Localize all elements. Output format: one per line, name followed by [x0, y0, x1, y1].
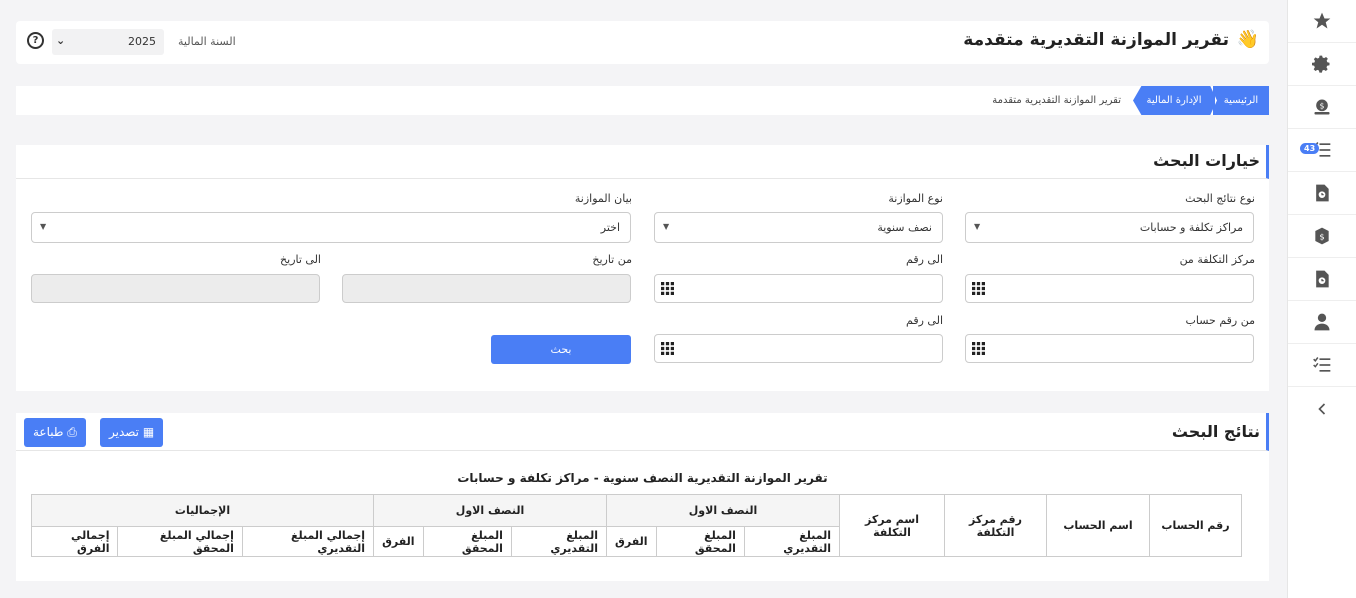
grid-icon[interactable]	[661, 282, 674, 295]
budget-statement-value: اختر	[600, 221, 620, 234]
col-total-actual[interactable]: إجمالي المبلغ المحقق	[117, 526, 243, 557]
svg-text:$: $	[1320, 102, 1325, 111]
sidebar-item-employees[interactable]	[1288, 301, 1356, 344]
breadcrumb-home[interactable]: الرئيسية	[1213, 86, 1269, 115]
sidebar-item-documents[interactable]	[1288, 258, 1356, 301]
chevron-left-icon	[1318, 402, 1326, 415]
col-half1-actual[interactable]: المبلغ المحقق	[655, 526, 745, 557]
budget-type-label: نوع الموازنة	[888, 192, 943, 205]
col-group-second-half: النصف الاول	[373, 494, 608, 527]
file-clock-icon	[1316, 184, 1329, 202]
col-half1-estimated[interactable]: المبلغ التقديري	[743, 526, 841, 557]
account-from-input[interactable]	[965, 334, 1254, 363]
fiscal-year-label: السنة المالية	[178, 35, 236, 48]
search-results-header: نتائج البحث تصدير ▦ طباعة ⎙	[16, 413, 1269, 451]
account-to-label: الى رقم	[906, 314, 943, 327]
search-results-title: نتائج البحث	[1171, 422, 1260, 441]
result-type-label: نوع نتائج البحث	[1185, 192, 1255, 205]
search-button[interactable]: بحث	[491, 335, 631, 364]
account-to-input[interactable]	[654, 334, 943, 363]
sidebar: $ 43 $	[1287, 0, 1356, 598]
account-from-label: من رقم حساب	[1185, 314, 1255, 327]
sidebar-item-tasks[interactable]: 43	[1288, 129, 1356, 172]
star-icon	[1313, 12, 1331, 29]
caret-down-icon: ▼	[663, 222, 670, 231]
results-table: رقم الحساب اسم الحساب رقم مركز التكلفة ا…	[30, 494, 1242, 557]
cost-center-to-label: الى رقم	[906, 253, 943, 266]
budget-statement-select[interactable]: اختر ▼	[31, 212, 631, 243]
cost-center-from-label: مركز التكلفة من	[1179, 253, 1255, 266]
money-bag-icon: $	[1314, 99, 1330, 115]
sidebar-item-checklist[interactable]	[1288, 344, 1356, 387]
help-icon[interactable]: ?	[27, 32, 44, 49]
print-button-label: طباعة	[33, 425, 64, 439]
main-content: 👋 تقرير الموازنة التقديرية متقدمة السنة …	[0, 0, 1287, 598]
result-type-select[interactable]: مراكز تكلفة و حسابات ▼	[965, 212, 1254, 243]
result-type-value: مراكز تكلفة و حسابات	[1139, 221, 1243, 234]
budget-type-value: نصف سنوية	[877, 221, 932, 234]
breadcrumb-current: تقرير الموازنة التقديرية متقدمة	[992, 95, 1121, 106]
printer-icon: ⎙	[67, 425, 77, 439]
search-options-header: خيارات البحث	[16, 145, 1269, 179]
page-title: تقرير الموازنة التقديرية متقدمة	[963, 30, 1229, 50]
from-date-input[interactable]	[342, 274, 631, 303]
col-half2-estimated[interactable]: المبلغ التقديري	[510, 526, 608, 557]
to-date-input[interactable]	[31, 274, 320, 303]
checklist-icon	[1313, 357, 1331, 372]
print-button[interactable]: طباعة ⎙	[24, 418, 86, 447]
fiscal-year-value: 2025	[128, 35, 156, 48]
coin-icon: $	[1315, 227, 1329, 245]
search-options-panel: خيارات البحث نوع نتائج البحث مراكز تكلفة…	[16, 145, 1269, 391]
budget-statement-label: بيان الموازنة	[574, 192, 632, 205]
cost-center-from-input[interactable]	[965, 274, 1254, 303]
sidebar-collapse-button[interactable]	[1288, 387, 1356, 430]
col-group-first-half: النصف الاول	[606, 494, 840, 527]
user-tie-icon	[1314, 313, 1330, 331]
report-title: تقرير الموازنة التقديرية النصف سنوية - م…	[457, 471, 828, 485]
export-button-label: تصدير	[109, 425, 140, 439]
col-account-name[interactable]: اسم الحساب	[1046, 494, 1150, 557]
to-date-label: الى تاريخ	[280, 253, 321, 266]
cost-center-to-input[interactable]	[654, 274, 943, 303]
grid-icon[interactable]	[972, 282, 985, 295]
col-account-no[interactable]: رقم الحساب	[1149, 494, 1242, 557]
caret-down-icon: ▼	[974, 222, 981, 231]
col-total-diff[interactable]: إجمالي الفرق	[30, 526, 119, 557]
table-icon: ▦	[142, 425, 155, 439]
from-date-label: من تاريخ	[592, 253, 632, 266]
chevron-down-icon: ⌄	[56, 34, 66, 47]
col-half2-diff[interactable]: الفرق	[373, 526, 424, 557]
sidebar-item-settings[interactable]	[1288, 43, 1356, 86]
breadcrumb-finance[interactable]: الإدارة المالية	[1133, 86, 1217, 115]
wave-icon: 👋	[1236, 29, 1259, 50]
sidebar-item-finance[interactable]: $	[1288, 86, 1356, 129]
tasks-count-badge: 43	[1300, 143, 1320, 154]
col-group-totals: الإجماليات	[30, 494, 375, 527]
search-results-panel: نتائج البحث تصدير ▦ طباعة ⎙ تقرير المواز…	[16, 413, 1269, 581]
file-clock-icon	[1316, 270, 1329, 288]
caret-down-icon: ▼	[40, 222, 47, 231]
col-half2-actual[interactable]: المبلغ المحقق	[422, 526, 512, 557]
grid-icon[interactable]	[661, 342, 674, 355]
col-total-estimated[interactable]: إجمالي المبلغ التقديري	[241, 526, 375, 557]
col-cost-center-no[interactable]: رقم مركز التكلفة	[944, 494, 1047, 557]
svg-text:$: $	[1319, 231, 1324, 241]
sidebar-item-reports[interactable]	[1288, 172, 1356, 215]
breadcrumb: الرئيسية الإدارة المالية تقرير الموازنة …	[16, 86, 1269, 115]
export-button[interactable]: تصدير ▦	[100, 418, 164, 447]
page-header: 👋 تقرير الموازنة التقديرية متقدمة السنة …	[16, 21, 1269, 64]
col-cost-center-name[interactable]: اسم مركز التكلفة	[839, 494, 945, 557]
gear-icon	[1312, 55, 1330, 73]
grid-icon[interactable]	[972, 342, 985, 355]
sidebar-item-favorites[interactable]	[1288, 0, 1356, 43]
search-options-title: خيارات البحث	[1153, 151, 1260, 170]
fiscal-year-select[interactable]: 2025 ⌄	[52, 29, 164, 55]
sidebar-item-payments[interactable]: $	[1288, 215, 1356, 258]
budget-type-select[interactable]: نصف سنوية ▼	[654, 212, 943, 243]
col-half1-diff[interactable]: الفرق	[606, 526, 657, 557]
